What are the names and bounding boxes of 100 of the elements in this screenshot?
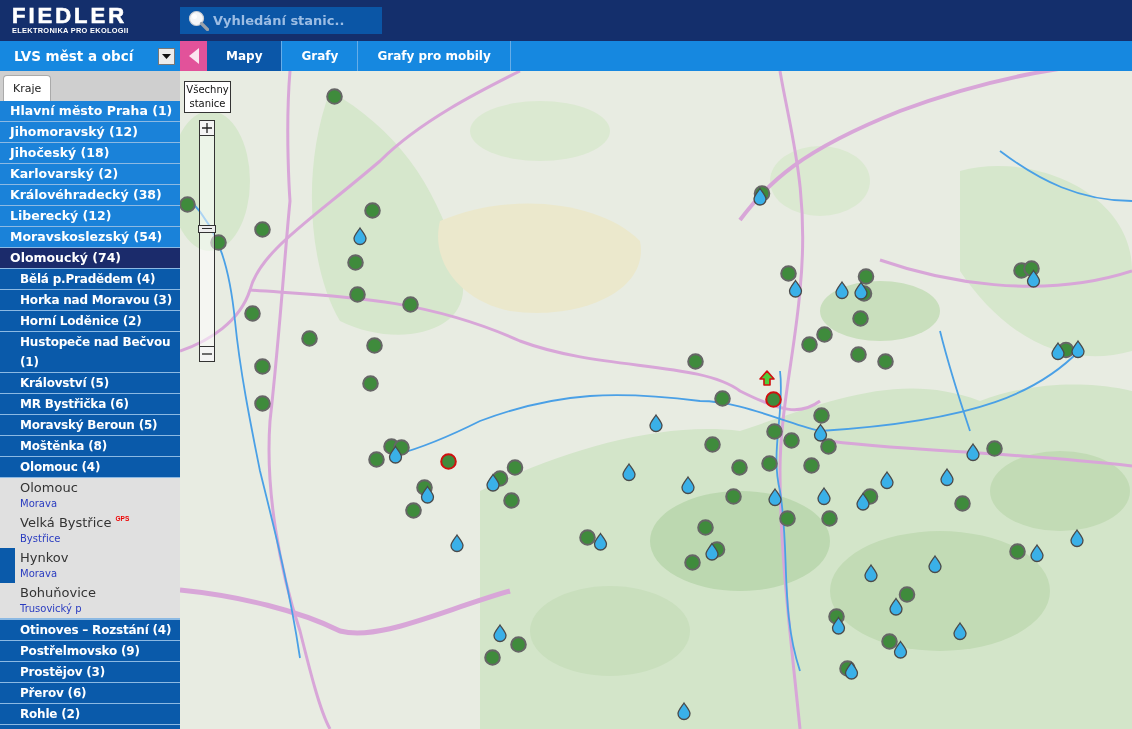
- circle-marker-icon[interactable]: [209, 233, 227, 251]
- drop-marker-icon[interactable]: [677, 702, 691, 720]
- drop-marker-icon[interactable]: [681, 476, 695, 494]
- network-dropdown-label: LVS měst a obcí: [14, 48, 134, 64]
- circle-marker-icon[interactable]: [361, 374, 379, 392]
- marker-cluster-icon[interactable]: [838, 659, 858, 679]
- circle-marker-icon[interactable]: [1008, 542, 1026, 560]
- circle-marker-icon[interactable]: [802, 456, 820, 474]
- nav-tab[interactable]: Mapy: [207, 41, 283, 71]
- circle-marker-icon[interactable]: [509, 635, 527, 653]
- circle-marker-icon[interactable]: [365, 336, 383, 354]
- circle-marker-icon[interactable]: [876, 352, 894, 370]
- circle-marker-icon[interactable]: [346, 253, 364, 271]
- plus-icon: [202, 123, 212, 133]
- sidebar-tab[interactable]: Kraje: [3, 75, 52, 101]
- circle-marker-icon[interactable]: [760, 454, 778, 472]
- marker-cluster-icon[interactable]: [827, 607, 845, 634]
- caret-left-icon: [188, 48, 199, 64]
- zoom-in-button[interactable]: [199, 120, 215, 136]
- circle-marker-icon[interactable]: [683, 553, 701, 571]
- circle-marker-icon[interactable]: [851, 309, 869, 327]
- marker-cluster-icon[interactable]: [800, 325, 833, 353]
- search-field[interactable]: Vyhledání stanic..: [180, 7, 382, 34]
- circle-marker-icon[interactable]: [253, 357, 271, 375]
- marker-cluster-icon[interactable]: [880, 632, 907, 658]
- region-item[interactable]: Královéhradecký (38): [0, 185, 180, 206]
- station-name: Hynkov: [20, 549, 69, 567]
- circle-marker-icon[interactable]: [363, 201, 381, 219]
- circle-marker-icon[interactable]: [253, 394, 271, 412]
- circle-marker-icon[interactable]: [300, 329, 318, 347]
- drop-marker-icon[interactable]: [1070, 529, 1084, 547]
- circle-marker-icon[interactable]: [483, 648, 501, 666]
- drop-marker-icon[interactable]: [768, 488, 782, 506]
- marker-cluster-icon[interactable]: [753, 184, 771, 205]
- station-name: Velká Bystřice: [20, 514, 112, 532]
- river-name: Trusovický p: [20, 602, 82, 616]
- drop-marker-icon[interactable]: [928, 555, 942, 573]
- region-item[interactable]: Karlovarský (2): [0, 164, 180, 185]
- drop-marker-icon[interactable]: [1030, 544, 1044, 562]
- region-item[interactable]: Moravskoslezský (54): [0, 227, 180, 248]
- minus-icon: [202, 353, 212, 355]
- region-item[interactable]: Olomoucký (74): [0, 248, 180, 269]
- arrow-marker-icon[interactable]: [759, 370, 775, 386]
- marker-cluster-icon[interactable]: [486, 458, 524, 491]
- drop-marker-icon[interactable]: [966, 443, 980, 461]
- all-stations-button[interactable]: Všechny stanice: [184, 81, 231, 113]
- circle-marker-icon[interactable]: [985, 439, 1003, 457]
- circle-marker-icon[interactable]: [820, 509, 838, 527]
- circle-marker-icon[interactable]: [724, 487, 742, 505]
- marker-cluster-icon[interactable]: [404, 478, 434, 519]
- region-item[interactable]: Jihočeský (18): [0, 143, 180, 164]
- zoom-out-button[interactable]: [199, 346, 215, 362]
- drop-marker-icon[interactable]: [880, 471, 894, 489]
- drop-marker-icon[interactable]: [622, 463, 636, 481]
- drop-marker-icon[interactable]: [864, 564, 878, 582]
- marker-cluster-icon[interactable]: [578, 528, 607, 550]
- drop-marker-icon[interactable]: [835, 281, 849, 299]
- circle-marker-icon[interactable]: [953, 494, 971, 512]
- dropdown-button[interactable]: [158, 47, 175, 65]
- circle-marker-icon[interactable]: [180, 195, 196, 213]
- marker-cluster-icon[interactable]: [1051, 340, 1085, 360]
- marker-cluster-icon[interactable]: [889, 585, 916, 615]
- drop-marker-icon[interactable]: [353, 227, 367, 245]
- circle-marker-icon[interactable]: [502, 491, 520, 509]
- circle-marker-icon[interactable]: [243, 304, 261, 322]
- drop-marker-icon[interactable]: [649, 414, 663, 432]
- drop-marker-icon[interactable]: [953, 622, 967, 640]
- circle-marker-icon[interactable]: [730, 458, 748, 476]
- marker-cluster-icon[interactable]: [367, 437, 410, 468]
- circle-marker-icon[interactable]: [696, 518, 714, 536]
- outlined-circle-marker-icon[interactable]: [764, 390, 782, 408]
- marker-cluster-icon[interactable]: [854, 267, 875, 302]
- circle-marker-icon[interactable]: [849, 345, 867, 363]
- region-item[interactable]: Liberecký (12): [0, 206, 180, 227]
- drop-marker-icon[interactable]: [940, 468, 954, 486]
- region-item[interactable]: Jihomoravský (12): [0, 122, 180, 143]
- region-item[interactable]: Hlavní město Praha (1): [0, 101, 180, 122]
- circle-marker-icon[interactable]: [253, 220, 271, 238]
- marker-cluster-icon[interactable]: [1012, 259, 1040, 287]
- marker-cluster-icon[interactable]: [705, 540, 726, 560]
- outlined-circle-marker-icon[interactable]: [439, 452, 457, 470]
- river-name: Morava: [20, 567, 58, 581]
- marker-cluster-icon[interactable]: [779, 264, 802, 297]
- marker-cluster-icon[interactable]: [765, 422, 800, 449]
- station-item[interactable]: Olomouc Morava: [0, 478, 180, 513]
- drop-marker-icon[interactable]: [817, 487, 831, 505]
- circle-marker-icon[interactable]: [703, 435, 721, 453]
- circle-marker-icon[interactable]: [348, 285, 366, 303]
- drop-marker-icon[interactable]: [493, 624, 507, 642]
- marker-cluster-icon[interactable]: [856, 487, 879, 510]
- circle-marker-icon[interactable]: [686, 352, 704, 370]
- station-item[interactable]: Bohuňovice Trusovický p: [0, 583, 180, 618]
- collapse-sidebar-button[interactable]: [180, 41, 207, 71]
- circle-marker-icon[interactable]: [401, 295, 419, 313]
- marker-cluster-icon[interactable]: [812, 406, 837, 455]
- circle-marker-icon[interactable]: [713, 389, 731, 407]
- circle-marker-icon[interactable]: [778, 509, 796, 527]
- drop-marker-icon[interactable]: [450, 534, 464, 552]
- circle-marker-icon[interactable]: [325, 87, 343, 105]
- zoom-slider-thumb[interactable]: [198, 224, 216, 233]
